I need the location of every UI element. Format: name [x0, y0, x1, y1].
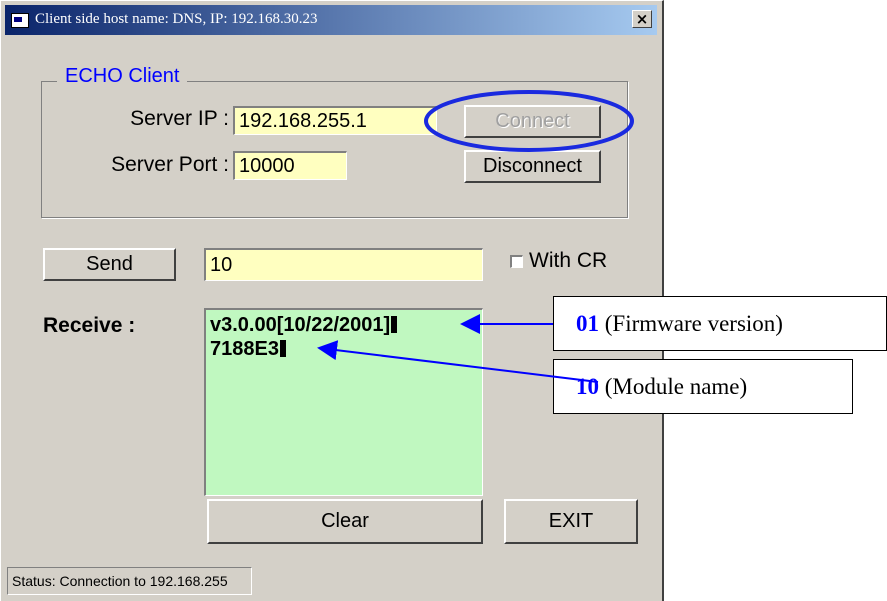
connect-highlight-ellipse [424, 90, 634, 152]
annotation-overlay [317, 90, 634, 383]
module-arrow [317, 340, 599, 383]
